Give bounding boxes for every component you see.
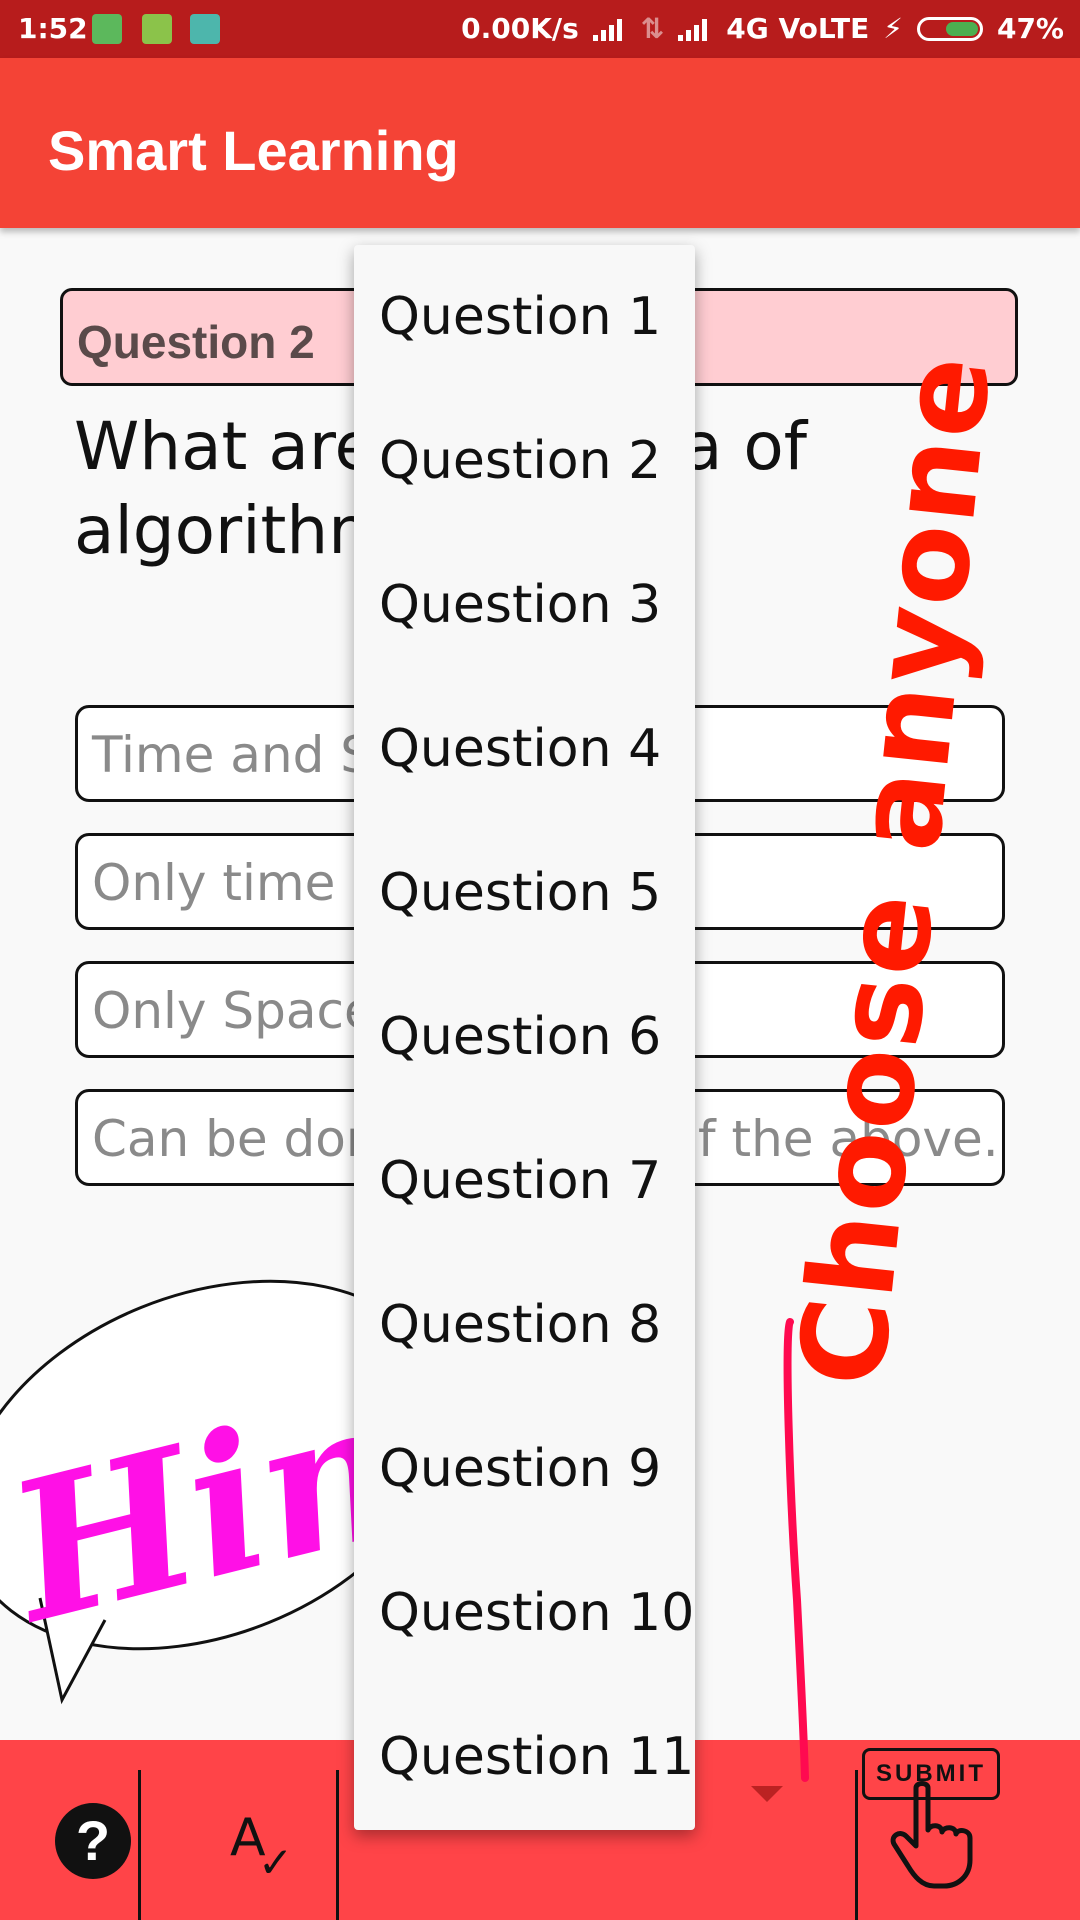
menu-item[interactable]: Question 1 — [379, 287, 661, 347]
dropdown-arrow-icon[interactable] — [751, 1786, 783, 1802]
question-dropdown-menu[interactable]: Question 1 Question 2 Question 3 Questio… — [354, 245, 695, 1830]
question-text-line2: algorithm — [74, 492, 393, 569]
status-bar: 1:52 0.00K/s ⇅ 4G VoLTE ⚡ 47% — [0, 0, 1080, 58]
divider — [855, 1770, 858, 1920]
option-3-text: Only Space — [92, 982, 375, 1040]
data-transfer-icon: ⇅ — [640, 12, 665, 45]
app-title: Smart Learning — [48, 119, 459, 182]
battery-saver-icon — [142, 14, 172, 44]
menu-item[interactable]: Question 11 — [379, 1727, 694, 1787]
status-time: 1:52 — [18, 12, 88, 45]
battery-percent: 47% — [996, 12, 1064, 45]
menu-item[interactable]: Question 4 — [379, 719, 661, 779]
network-type: 4G VoLTE — [726, 12, 870, 45]
question-text-line1: What are — [74, 408, 376, 485]
charging-icon: ⚡ — [883, 12, 903, 45]
menu-item[interactable]: Question 5 — [379, 863, 661, 923]
menu-item[interactable]: Question 9 — [379, 1439, 661, 1499]
network-speed: 0.00K/s — [461, 12, 579, 45]
menu-item[interactable]: Question 2 — [379, 431, 661, 491]
menu-item[interactable]: Question 7 — [379, 1151, 661, 1211]
check-icon: ✓ — [258, 1838, 294, 1887]
pointer-hand-icon — [890, 1781, 973, 1889]
question-text-line1-end: a of — [682, 408, 808, 485]
menu-item[interactable]: Question 10 — [379, 1583, 694, 1643]
notification-icon — [92, 14, 122, 44]
menu-item[interactable]: Question 8 — [379, 1295, 661, 1355]
menu-item[interactable]: Question 3 — [379, 575, 661, 635]
help-icon[interactable]: ? — [55, 1803, 131, 1879]
menu-item[interactable]: Question 6 — [379, 1007, 661, 1067]
option-2-text: Only time — [92, 854, 336, 912]
signal-icon — [592, 17, 627, 41]
battery-icon — [916, 16, 983, 41]
signal-icon-2 — [678, 17, 712, 41]
android-icon — [190, 14, 220, 44]
app-bar: Smart Learning — [0, 58, 1080, 228]
question-number: Question 2 — [77, 316, 315, 368]
